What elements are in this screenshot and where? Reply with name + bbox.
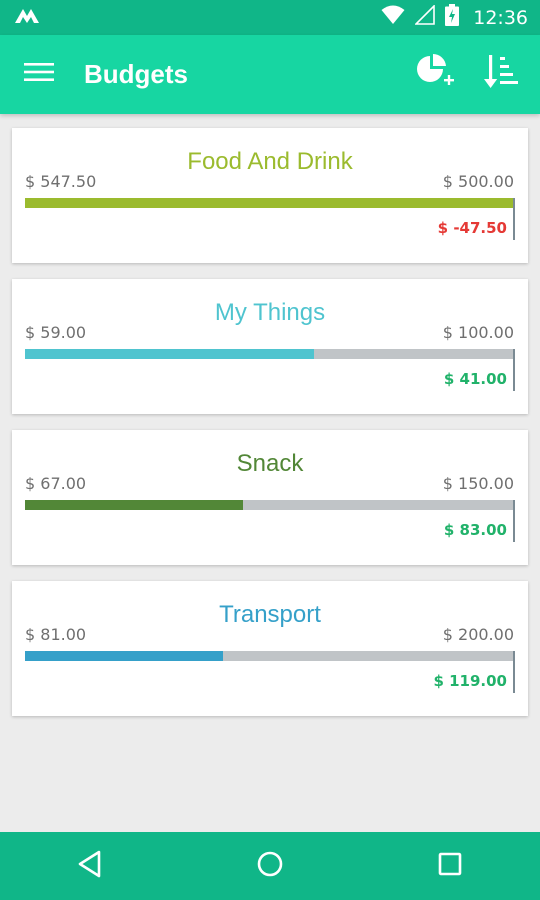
budget-progress-fill: [25, 198, 514, 208]
budget-progress-fill: [25, 349, 314, 359]
notification-logo-icon: [14, 5, 40, 30]
budget-limit: $ 500.00: [442, 172, 514, 191]
menu-icon: [24, 62, 54, 87]
budget-spent: $ 81.00: [25, 625, 87, 644]
budget-card[interactable]: Food And Drink $ 547.50 $ 500.00 $ -47.5…: [12, 128, 528, 263]
budget-remaining: $ 41.00: [443, 370, 507, 388]
budget-remaining: $ 119.00: [433, 672, 507, 690]
sort-button[interactable]: [478, 51, 526, 99]
budget-remaining: $ -47.50: [437, 219, 507, 237]
wifi-icon: [381, 5, 405, 30]
recents-icon: [437, 851, 463, 882]
page-title: Budgets: [84, 59, 188, 89]
app-bar: Budgets: [0, 35, 540, 114]
budget-progress-bar: [25, 500, 514, 510]
budget-progress-bar: [25, 349, 514, 359]
battery-icon: [445, 4, 460, 31]
budget-card[interactable]: My Things $ 59.00 $ 100.00 $ 41.00: [12, 279, 528, 414]
budget-limit: $ 100.00: [442, 323, 514, 342]
budget-progress-bar: [25, 651, 514, 661]
status-bar: 12:36: [0, 0, 540, 35]
add-chart-icon: [417, 53, 455, 95]
back-icon: [77, 850, 103, 883]
budget-card[interactable]: Transport $ 81.00 $ 200.00 $ 119.00: [12, 581, 528, 716]
budget-remaining: $ 83.00: [443, 521, 507, 539]
budget-limit-marker: [513, 500, 515, 542]
budget-progress-fill: [25, 500, 244, 510]
budget-limit: $ 200.00: [442, 625, 514, 644]
budget-limit-marker: [513, 349, 515, 391]
budget-spent: $ 547.50: [25, 172, 97, 191]
back-button[interactable]: [45, 836, 135, 896]
recents-button[interactable]: [405, 836, 495, 896]
budget-limit-marker: [513, 651, 515, 693]
budget-spent: $ 59.00: [25, 323, 87, 342]
menu-button[interactable]: [12, 48, 66, 102]
budget-limit: $ 150.00: [442, 474, 514, 493]
budget-list: Food And Drink $ 547.50 $ 500.00 $ -47.5…: [12, 128, 528, 732]
home-icon: [256, 850, 284, 883]
add-budget-button[interactable]: [412, 51, 460, 99]
signal-icon: [414, 4, 436, 30]
budget-limit-marker: [513, 198, 515, 240]
budget-card[interactable]: Snack $ 67.00 $ 150.00 $ 83.00: [12, 430, 528, 565]
home-button[interactable]: [225, 836, 315, 896]
sort-icon: [484, 53, 520, 96]
navigation-bar: [0, 832, 540, 900]
budget-progress-fill: [25, 651, 224, 661]
budget-spent: $ 67.00: [25, 474, 87, 493]
status-time: 12:36: [473, 6, 528, 29]
budget-progress-bar: [25, 198, 514, 208]
